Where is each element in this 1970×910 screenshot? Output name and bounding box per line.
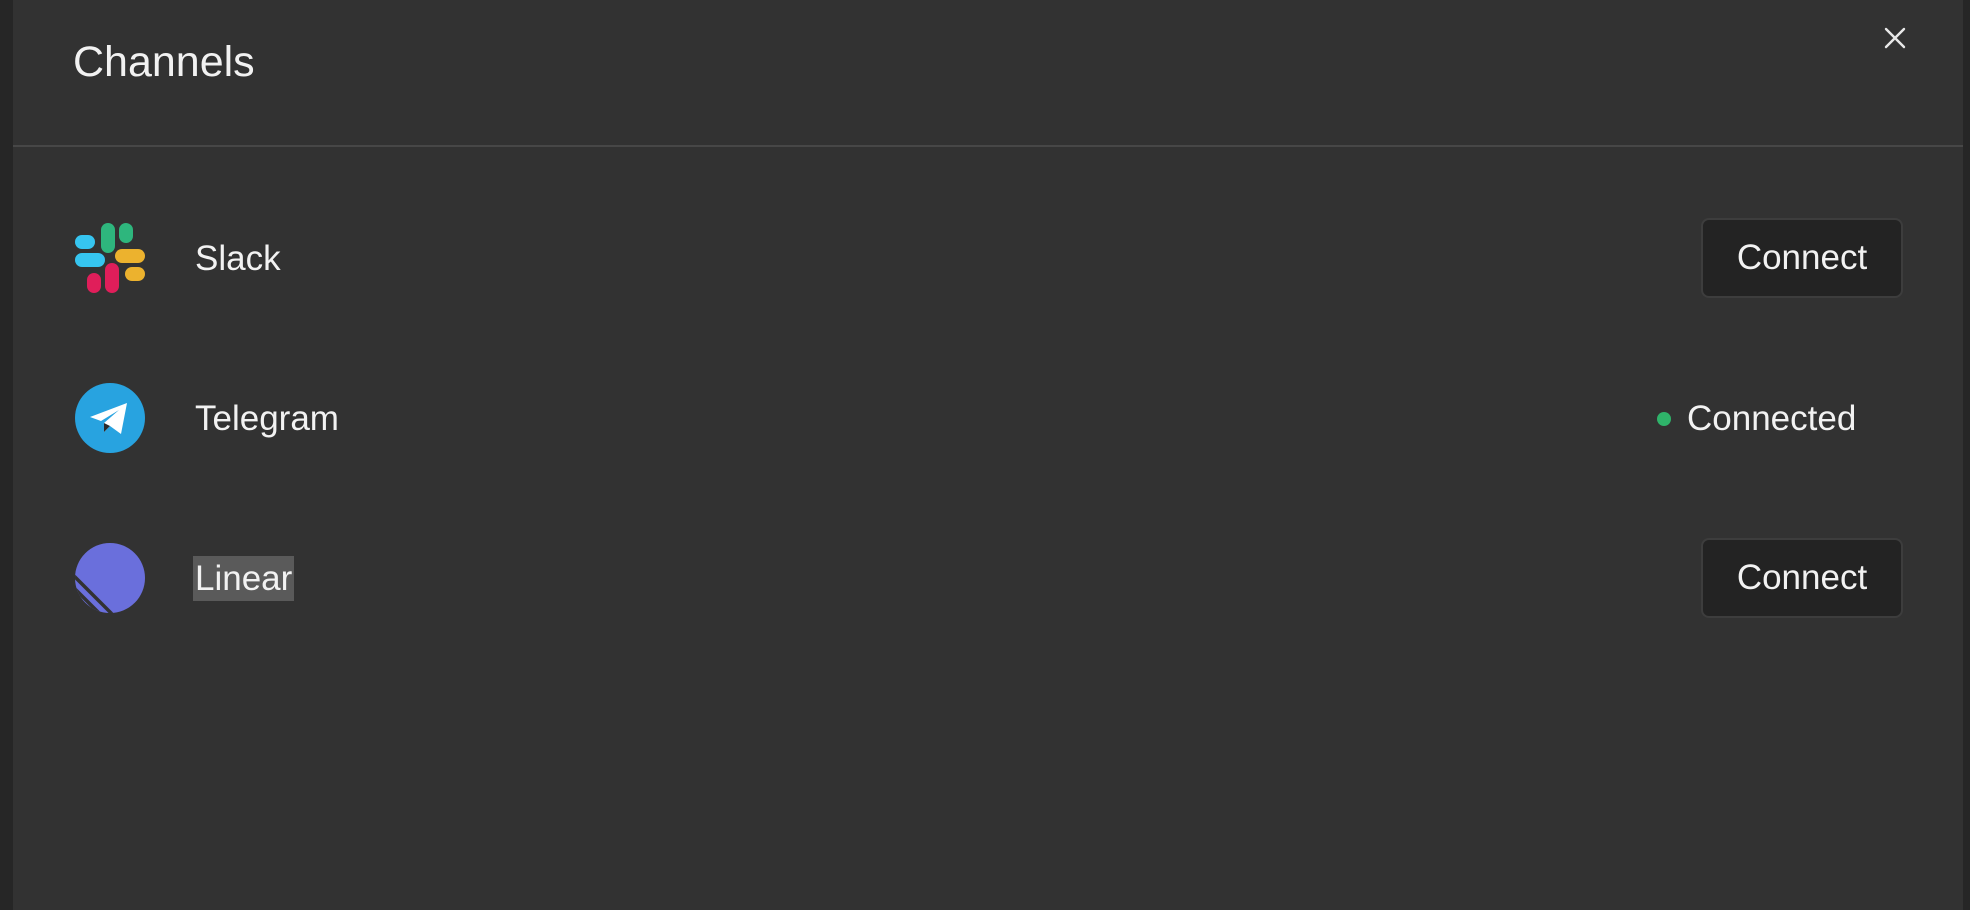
dialog-header: Channels	[13, 0, 1963, 147]
app-screen: Channels Slack Connect Telegram Connecte…	[0, 0, 1970, 910]
channel-row-telegram: Telegram Connected	[13, 363, 1963, 473]
dialog-title: Channels	[73, 38, 255, 86]
slack-icon	[75, 223, 145, 293]
channel-name: Linear	[193, 556, 295, 601]
connect-linear-button[interactable]: Connect	[1701, 538, 1903, 618]
backdrop-right	[1963, 0, 1970, 910]
close-button[interactable]	[1875, 18, 1915, 58]
telegram-icon	[75, 383, 145, 453]
channel-row-slack: Slack Connect	[13, 203, 1963, 313]
status-dot	[1657, 411, 1671, 426]
close-icon	[1884, 27, 1906, 49]
status-label: Connected	[1687, 399, 1857, 438]
backdrop-left	[0, 0, 13, 910]
linear-icon	[75, 543, 145, 613]
connect-slack-button[interactable]: Connect	[1701, 218, 1903, 298]
connection-status: Connected	[1657, 396, 1856, 441]
channel-name: Telegram	[195, 399, 339, 438]
channel-row-linear: Linear Connect	[13, 523, 1963, 633]
channel-name: Slack	[195, 239, 281, 278]
channels-dialog: Channels Slack Connect Telegram Connecte…	[13, 0, 1963, 910]
